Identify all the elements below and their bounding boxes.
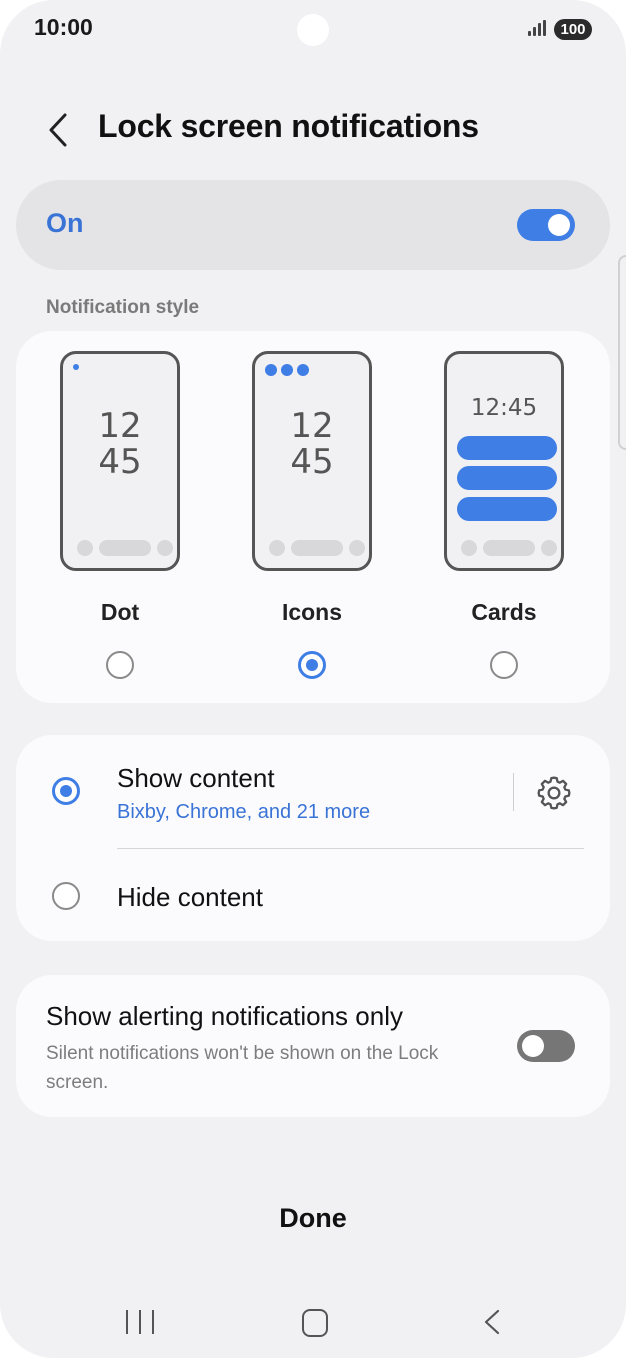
notification-dot xyxy=(73,364,79,370)
style-option-dot[interactable]: 12 45 Dot xyxy=(20,349,220,689)
alerting-only-toggle[interactable] xyxy=(517,1030,575,1062)
dot-preview: 12 45 xyxy=(60,351,180,571)
master-switch-label: On xyxy=(46,208,84,238)
notification-card xyxy=(457,497,557,521)
camera-cutout xyxy=(297,14,329,46)
show-content-radio[interactable] xyxy=(52,777,80,805)
status-bar: 10:00 100 xyxy=(0,0,626,60)
style-option-label: Dot xyxy=(100,599,140,625)
master-switch-toggle[interactable] xyxy=(517,209,575,241)
icons-preview: 12 45 xyxy=(252,351,372,571)
style-option-icons[interactable]: 12 45 Icons xyxy=(212,349,412,689)
alerting-only-title: Show alerting notifications only xyxy=(46,1001,403,1031)
header: Lock screen notifications xyxy=(0,100,626,160)
cards-preview: 12:45 xyxy=(444,351,564,571)
status-time: 10:00 xyxy=(34,14,93,40)
home-icon[interactable] xyxy=(302,1309,328,1337)
phone-screen: 10:00 100 Lock screen notifications On N… xyxy=(0,0,626,1358)
cards-radio[interactable] xyxy=(490,651,518,679)
alerting-only-row[interactable]: Show alerting notifications only Silent … xyxy=(16,975,610,1117)
preview-minute: 45 xyxy=(290,442,334,482)
recent-apps-icon[interactable] xyxy=(126,1310,154,1334)
done-button[interactable]: Done xyxy=(213,1190,413,1246)
divider xyxy=(513,773,514,811)
navigation-bar xyxy=(0,1290,626,1354)
icons-radio[interactable] xyxy=(298,651,326,679)
scrollbar[interactable] xyxy=(618,255,626,450)
back-button[interactable] xyxy=(38,108,78,152)
preview-dock xyxy=(461,540,557,556)
back-icon[interactable] xyxy=(480,1308,504,1336)
notification-style-card: 12 45 Dot 12 45 Icons 12:45 Cards xyxy=(16,331,610,703)
page-title: Lock screen notifications xyxy=(98,108,479,144)
preview-hour: 12 xyxy=(98,406,142,446)
alerting-only-description: Silent notifications won't be shown on t… xyxy=(46,1043,439,1093)
chevron-left-icon xyxy=(49,113,67,147)
notification-card xyxy=(457,436,557,460)
hide-content-radio[interactable] xyxy=(52,882,80,910)
show-content-apps-link[interactable]: Bixby, Chrome, and 21 more xyxy=(117,801,370,824)
hide-content-title: Hide content xyxy=(117,882,263,912)
dot-radio[interactable] xyxy=(106,651,134,679)
preview-minute: 45 xyxy=(98,442,142,482)
style-option-label: Icons xyxy=(281,599,343,625)
gear-icon xyxy=(537,776,571,810)
show-content-title: Show content xyxy=(117,763,275,793)
notification-icon xyxy=(297,364,309,376)
preview-hour: 12 xyxy=(290,406,334,446)
battery-icon: 100 xyxy=(554,19,592,40)
notification-icon xyxy=(281,364,293,376)
content-settings-button[interactable] xyxy=(534,773,574,813)
toggle-knob xyxy=(522,1035,544,1057)
notification-icon xyxy=(265,364,277,376)
notification-card xyxy=(457,466,557,490)
preview-time: 12:45 xyxy=(470,395,538,421)
preview-dock xyxy=(269,540,365,556)
master-switch-row[interactable]: On xyxy=(16,180,610,270)
divider xyxy=(117,848,584,849)
style-option-label: Cards xyxy=(471,599,537,625)
notification-style-label: Notification style xyxy=(46,297,200,318)
signal-icon xyxy=(528,20,546,36)
content-visibility-card: Show content Bixby, Chrome, and 21 more … xyxy=(16,735,610,941)
toggle-knob xyxy=(548,214,570,236)
preview-dock xyxy=(77,540,173,556)
style-option-cards[interactable]: 12:45 Cards xyxy=(404,349,604,689)
